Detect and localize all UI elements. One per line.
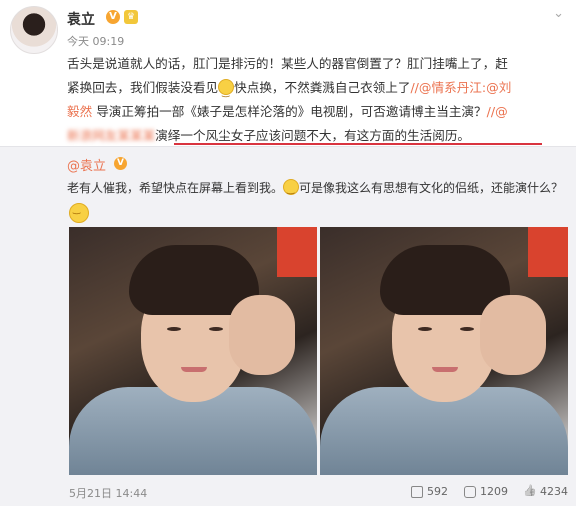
red-underline [174,143,542,145]
verified-v-icon: V [114,157,127,170]
like-count: 4234 [540,485,568,498]
like-button[interactable]: 4234 [524,485,568,498]
verified-v-icon: V [106,10,120,24]
post-text: 舌头是说道就人的话，肛门是排污的！某些人的器官倒置了？肛门挂嘴上了，赶 紧换回去… [67,52,563,148]
repost-stats: 592 1209 4234 [411,485,568,498]
mention-link-3[interactable]: //@ [487,104,508,119]
mention-link-blurred[interactable]: 新浪网友某某某 [67,128,155,143]
mention-link-2[interactable]: 毅然 [67,104,92,119]
avatar[interactable] [10,6,58,54]
weibo-post: 袁立 V ♛ 今天 09:19 ⌄ 舌头是说道就人的话，肛门是排污的！某些人的器… [0,0,576,146]
post-time: 今天 09:19 [67,35,125,48]
repost-date: 5月21日 14:44 [69,487,148,500]
smile-emoji-icon [69,203,89,223]
repost-card: @袁立 V 老有人催我，希望快点在屏幕上看到我。 可是像我这么有思想有文化的侣纸，… [0,146,576,506]
repost-author[interactable]: @袁立 [67,155,106,174]
comment-icon [464,485,476,498]
photo-1[interactable] [69,227,317,475]
comment-count: 1209 [480,485,508,498]
vip-crown-icon: ♛ [124,10,138,24]
repost-text-b: 可是像我这么有思想有文化的侣纸，还能演什么？ [299,181,564,195]
post-line-1: 舌头是说道就人的话，肛门是排污的！某些人的器官倒置了？肛门挂嘴上了，赶 [67,56,508,71]
share-icon [411,485,423,498]
smile-emoji-icon [283,179,300,199]
mention-link[interactable]: //@情系丹江:@刘 [410,80,511,95]
author-name[interactable]: 袁立 [67,9,95,29]
smile-emoji-icon [218,79,235,105]
share-button[interactable]: 592 [411,485,448,498]
repost-text: 老有人催我，希望快点在屏幕上看到我。 可是像我这么有思想有文化的侣纸，还能演什么？ [67,179,567,199]
photo-2[interactable] [320,227,568,475]
like-icon [524,486,536,498]
post-line-3: 导演正筹拍一部《婊子是怎样沦落的》电视剧，可否邀请博主当主演？ [92,104,487,119]
comment-button[interactable]: 1209 [464,485,508,498]
post-line-2a: 紧换回去，我们假装没看见 [67,80,219,95]
post-line-4: 演绎一个风尘女子应该问题不大，有这方面的生活阅历。 [155,128,470,143]
chevron-down-icon[interactable]: ⌄ [553,6,564,21]
repost-text-a: 老有人催我，希望快点在屏幕上看到我。 [67,181,284,195]
post-line-2b: 快点换，不然粪溅自己衣领上了 [234,80,411,95]
share-count: 592 [427,485,448,498]
